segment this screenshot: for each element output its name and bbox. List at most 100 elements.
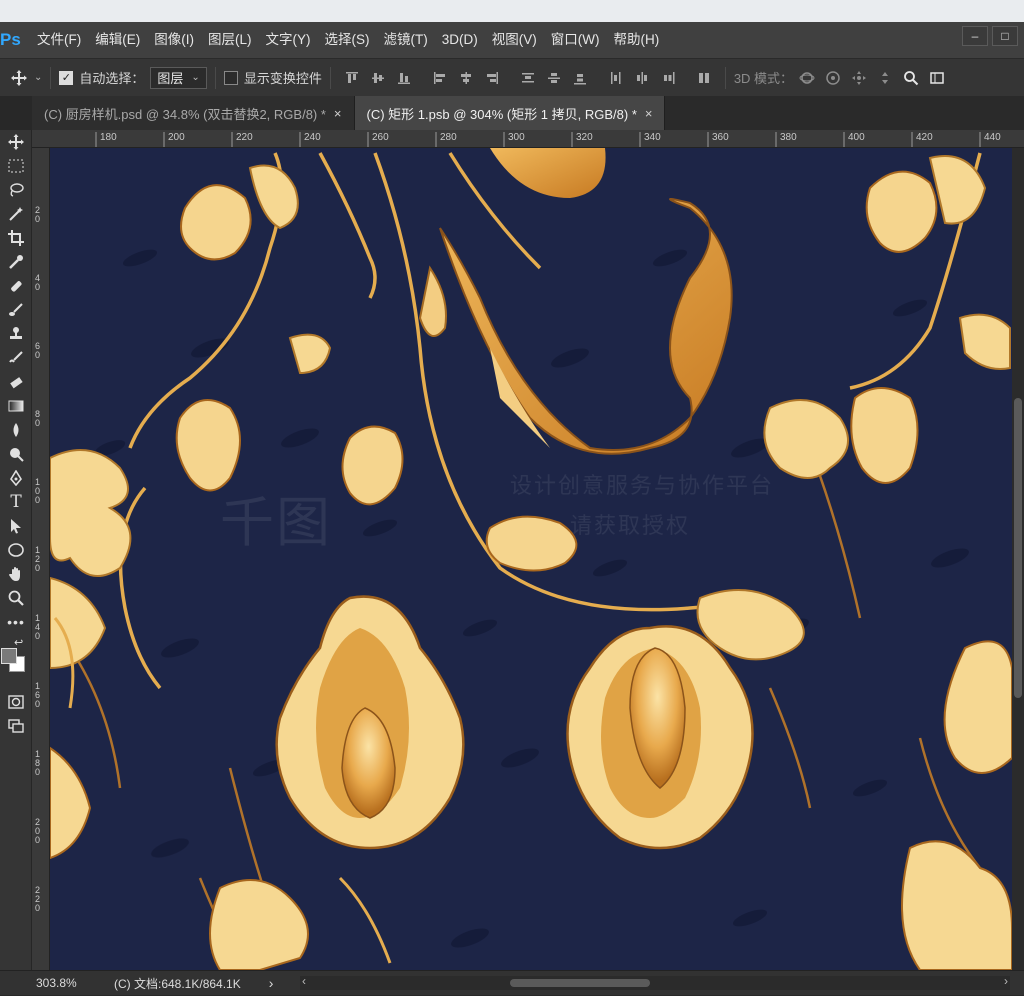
workspace-icon[interactable] — [929, 70, 945, 86]
document-canvas[interactable]: 千图 设计创意服务与协作平台 请获取授权 — [50, 148, 1012, 970]
horizontal-scroll-thumb[interactable] — [510, 979, 650, 987]
lasso-tool-icon[interactable] — [0, 178, 32, 202]
stamp-tool-icon[interactable] — [0, 322, 32, 346]
distribute-vcenter-icon[interactable] — [546, 70, 562, 86]
watermark-logo-text: 千图 — [220, 493, 332, 553]
eraser-tool-icon[interactable] — [0, 370, 32, 394]
align-hcenter-icon[interactable] — [458, 70, 474, 86]
slide-3d-icon[interactable] — [877, 70, 893, 86]
move-tool-icon[interactable] — [10, 69, 28, 87]
path-selection-icon[interactable] — [0, 514, 32, 538]
transform-controls-checkbox[interactable] — [223, 70, 238, 85]
search-icon[interactable] — [903, 70, 919, 86]
auto-select-checkbox[interactable]: ✓ — [59, 70, 74, 85]
distribute-bottom-icon[interactable] — [572, 70, 588, 86]
roll-3d-icon[interactable] — [825, 70, 841, 86]
menu-edit[interactable]: 编辑(E) — [88, 22, 147, 58]
menu-file[interactable]: 文件(F) — [30, 22, 88, 58]
distribute-top-icon[interactable] — [520, 70, 536, 86]
horizontal-ruler: 180 200 220 240 260 280 300 320 340 360 … — [32, 130, 1024, 148]
horizontal-scrollbar[interactable]: ‹ › — [300, 974, 1010, 990]
align-vcenter-icon[interactable] — [370, 70, 386, 86]
ruler-top-label: 260 — [372, 132, 389, 143]
type-tool-icon[interactable]: T — [0, 490, 32, 514]
menu-3d[interactable]: 3D(D) — [435, 22, 485, 58]
maximize-button[interactable]: □ — [992, 26, 1018, 46]
ruler-left-label: 2 2 0 — [35, 885, 41, 913]
ruler-top-label: 380 — [780, 132, 797, 143]
distribute-hcenter-icon[interactable] — [634, 70, 650, 86]
quick-mask-icon[interactable] — [0, 690, 32, 714]
marquee-tool-icon[interactable] — [0, 154, 32, 178]
move-tool-icon[interactable] — [0, 130, 32, 154]
magic-wand-icon[interactable] — [0, 202, 32, 226]
scroll-left-arrow[interactable]: ‹ — [302, 974, 306, 988]
menu-view[interactable]: 视图(V) — [485, 22, 544, 58]
auto-select-dropdown[interactable]: 图层 ⌄ — [150, 66, 207, 89]
align-top-icon[interactable] — [344, 70, 360, 86]
vertical-scrollbar[interactable] — [1012, 148, 1024, 970]
align-right-icon[interactable] — [484, 70, 500, 86]
ruler-top-label: 320 — [576, 132, 593, 143]
menu-bar: Ps 文件(F) 编辑(E) 图像(I) 图层(L) 文字(Y) 选择(S) 滤… — [0, 22, 1024, 58]
screen-mode-icon[interactable] — [0, 714, 32, 738]
ruler-top-label: 200 — [168, 132, 185, 143]
zoom-tool-icon[interactable] — [0, 586, 32, 610]
dodge-tool-icon[interactable] — [0, 442, 32, 466]
auto-select-label: 自动选择： — [79, 71, 145, 86]
foreground-color-swatch[interactable] — [1, 648, 17, 664]
tab-rectangle-1[interactable]: (C) 矩形 1.psb @ 304% (矩形 1 拷贝, RGB/8) * × — [354, 96, 666, 130]
ruler-left-label: 6 0 — [35, 341, 41, 360]
ruler-top-label: 420 — [916, 132, 933, 143]
ruler-top-label: 180 — [100, 132, 117, 143]
status-menu-arrow[interactable]: › — [269, 975, 274, 991]
chevron-down-icon: ⌄ — [191, 72, 200, 83]
brush-tool-icon[interactable] — [0, 298, 32, 322]
close-icon[interactable]: × — [334, 106, 342, 121]
blur-tool-icon[interactable] — [0, 418, 32, 442]
close-icon[interactable]: × — [645, 106, 653, 121]
auto-align-icon[interactable] — [696, 70, 712, 86]
tab-kitchen-mockup[interactable]: (C) 厨房样机.psd @ 34.8% (双击替换2, RGB/8) * × — [32, 96, 355, 130]
menu-help[interactable]: 帮助(H) — [606, 22, 666, 58]
watermark-tagline: 设计创意服务与协作平台 — [510, 473, 775, 498]
status-bar: 303.8% (C) 文档:648.1K/864.1K › ‹ › — [0, 970, 1024, 995]
menu-select[interactable]: 选择(S) — [318, 22, 377, 58]
crop-tool-icon[interactable] — [0, 226, 32, 250]
zoom-level[interactable]: 303.8% — [0, 971, 86, 996]
title-strip — [0, 0, 1024, 22]
chevron-down-icon[interactable]: ⌄ — [34, 72, 42, 83]
pan-3d-icon[interactable] — [851, 70, 867, 86]
photoshop-logo: Ps — [0, 30, 21, 49]
ruler-left-label: 1 4 0 — [35, 613, 41, 641]
menu-image[interactable]: 图像(I) — [147, 22, 201, 58]
ruler-left-label: 4 0 — [35, 273, 41, 292]
vertical-scroll-thumb[interactable] — [1014, 398, 1022, 698]
orbit-3d-icon[interactable] — [799, 70, 815, 86]
more-tools-icon[interactable]: ••• — [0, 610, 32, 634]
eyedropper-icon[interactable] — [0, 250, 32, 274]
tools-panel: T ••• ↩ — [0, 130, 32, 970]
divider — [50, 66, 52, 89]
distribute-right-icon[interactable] — [660, 70, 676, 86]
floral-pattern-artwork — [50, 148, 1012, 970]
scroll-right-arrow[interactable]: › — [1004, 974, 1008, 988]
divider — [724, 66, 726, 89]
align-left-icon[interactable] — [432, 70, 448, 86]
healing-brush-icon[interactable] — [0, 274, 32, 298]
menu-layer[interactable]: 图层(L) — [201, 22, 259, 58]
menu-filter[interactable]: 滤镜(T) — [377, 22, 435, 58]
align-bottom-icon[interactable] — [396, 70, 412, 86]
ellipse-tool-icon[interactable] — [0, 538, 32, 562]
menu-window[interactable]: 窗口(W) — [544, 22, 607, 58]
pen-tool-icon[interactable] — [0, 466, 32, 490]
minimize-button[interactable]: – — [962, 26, 988, 46]
ruler-left-label: 2 0 — [35, 205, 41, 224]
history-brush-icon[interactable] — [0, 346, 32, 370]
divider — [214, 66, 216, 89]
ruler-left-label: 1 6 0 — [35, 681, 41, 709]
distribute-left-icon[interactable] — [608, 70, 624, 86]
gradient-tool-icon[interactable] — [0, 394, 32, 418]
hand-tool-icon[interactable] — [0, 562, 32, 586]
menu-type[interactable]: 文字(Y) — [259, 22, 318, 58]
